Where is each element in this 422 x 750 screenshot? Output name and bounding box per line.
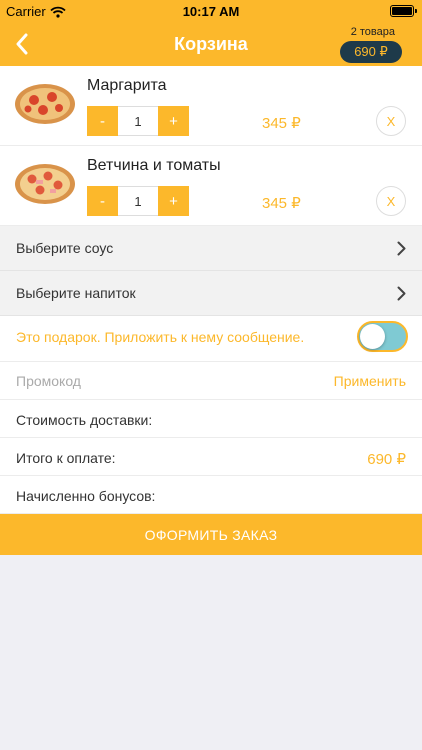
battery-icon (390, 5, 417, 17)
increase-button[interactable]: + (158, 186, 189, 216)
remove-item-button[interactable]: X (376, 186, 406, 216)
cart-item: Ветчина и томаты - 1 + 345 ₽ X (0, 146, 422, 226)
item-name: Ветчина и томаты (87, 157, 221, 174)
quantity-stepper: - 1 + (87, 106, 189, 136)
promo-code-input[interactable] (16, 370, 266, 392)
decrease-button[interactable]: - (87, 186, 118, 216)
delivery-cost-label: Стоимость доставки: (16, 412, 153, 428)
cart-item-count: 2 товара (350, 26, 395, 38)
increase-button[interactable]: + (158, 106, 189, 136)
bonus-row: Начисленно бонусов: (0, 476, 422, 514)
gift-row: Это подарок. Приложить к нему сообщение. (0, 316, 422, 362)
gift-label: Это подарок. Приложить к нему сообщение. (16, 329, 305, 345)
item-name: Маргарита (87, 77, 167, 94)
apply-promo-button[interactable]: Применить (334, 373, 406, 389)
clock: 10:17 AM (182, 4, 240, 19)
total-value: 690 ₽ (367, 451, 406, 468)
pizza-image (15, 84, 75, 124)
cart-item: Маргарита - 1 + 345 ₽ X (0, 66, 422, 146)
quantity-value[interactable]: 1 (118, 186, 158, 216)
delivery-cost-row: Стоимость доставки: (0, 400, 422, 438)
gift-toggle[interactable] (357, 321, 408, 352)
quantity-stepper: - 1 + (87, 186, 189, 216)
item-price: 345 ₽ (262, 195, 301, 212)
status-bar: Carrier 10:17 AM (0, 0, 422, 22)
nav-bar: Корзина 2 товара 690 ₽ (0, 22, 422, 66)
decrease-button[interactable]: - (87, 106, 118, 136)
total-row: Итого к оплате: 690 ₽ (0, 438, 422, 476)
select-sauce-row[interactable]: Выберите соус (0, 226, 422, 271)
checkout-button[interactable]: ОФОРМИТЬ ЗАКАЗ (0, 514, 422, 555)
remove-item-button[interactable]: X (376, 106, 406, 136)
item-price: 345 ₽ (262, 115, 301, 132)
select-drink-label: Выберите напиток (16, 285, 136, 301)
cart-content: Маргарита - 1 + 345 ₽ X Ветчина и томаты… (0, 66, 422, 514)
select-drink-row[interactable]: Выберите напиток (0, 271, 422, 316)
chevron-right-icon (397, 286, 406, 301)
chevron-right-icon (397, 241, 406, 256)
total-label: Итого к оплате: (16, 450, 116, 466)
select-sauce-label: Выберите соус (16, 240, 114, 256)
quantity-value[interactable]: 1 (118, 106, 158, 136)
bonus-label: Начисленно бонусов: (16, 488, 156, 504)
pizza-image (15, 164, 75, 204)
toggle-knob (360, 324, 385, 349)
promo-row: Применить (0, 362, 422, 400)
cart-total-badge: 690 ₽ (340, 41, 402, 63)
